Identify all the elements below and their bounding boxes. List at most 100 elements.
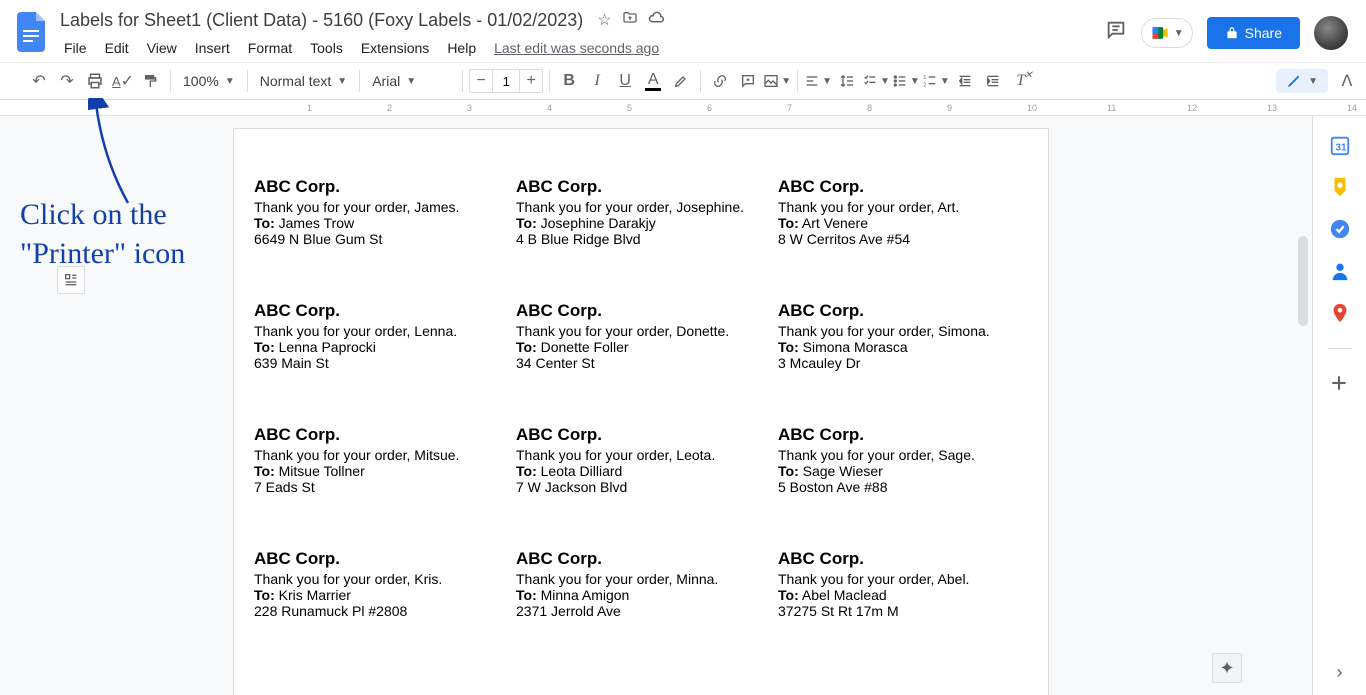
label-company: ABC Corp. (516, 177, 768, 197)
text-color-button[interactable]: A (640, 68, 666, 94)
tasks-icon[interactable] (1329, 218, 1351, 240)
line-spacing-icon (839, 73, 855, 89)
highlight-button[interactable] (668, 68, 694, 94)
docs-logo[interactable] (12, 12, 52, 52)
font-size-input[interactable] (492, 70, 520, 92)
label-to-line: To: Art Venere (778, 215, 1030, 231)
underline-button[interactable]: U (612, 68, 638, 94)
mailing-label: ABC Corp.Thank you for your order, Donet… (514, 301, 768, 371)
redo-button[interactable]: ↷ (54, 68, 80, 94)
maps-icon[interactable] (1329, 302, 1351, 324)
calendar-icon[interactable]: 31 (1329, 134, 1351, 156)
label-company: ABC Corp. (778, 549, 1030, 569)
italic-button[interactable]: I (584, 68, 610, 94)
label-thank-line: Thank you for your order, Art. (778, 199, 1030, 215)
separator (1328, 348, 1352, 349)
label-thank-line: Thank you for your order, Leota. (516, 447, 768, 463)
mailing-label: ABC Corp.Thank you for your order, Mitsu… (252, 425, 506, 495)
font-selector[interactable]: Arial▼ (366, 73, 456, 89)
scrollbar[interactable] (1298, 236, 1308, 656)
vertical-ruler[interactable] (0, 116, 23, 695)
font-size-box: − + (469, 69, 543, 93)
mailing-label: ABC Corp. Thank you for your order, Lenna… (252, 301, 506, 371)
bullet-list-icon (892, 73, 908, 89)
title-area: Labels for Sheet1 (Client Data) - 5160 (… (52, 8, 1105, 62)
meet-button[interactable]: ▼ (1141, 18, 1193, 48)
horizontal-ruler[interactable]: 123456789101112131415161718192021 (0, 100, 1366, 116)
account-avatar[interactable] (1314, 16, 1348, 50)
label-company: ABC Corp. (254, 301, 506, 321)
menu-view[interactable]: View (139, 36, 185, 60)
line-spacing-button[interactable] (834, 68, 860, 94)
undo-button[interactable]: ↶ (26, 68, 52, 94)
align-icon (804, 73, 820, 89)
menu-format[interactable]: Format (240, 36, 300, 60)
style-selector[interactable]: Normal text▼ (254, 73, 353, 89)
image-icon (763, 73, 779, 89)
share-button[interactable]: Share (1207, 17, 1300, 49)
move-icon[interactable] (622, 10, 638, 31)
indent-decrease-button[interactable] (952, 68, 978, 94)
menu-extensions[interactable]: Extensions (353, 36, 437, 60)
link-button[interactable] (707, 68, 733, 94)
contacts-icon[interactable] (1329, 260, 1351, 282)
bold-button[interactable]: B (556, 68, 582, 94)
mailing-label: ABC Corp.Thank you for your order, Simon… (776, 301, 1030, 371)
canvas[interactable]: ABC Corp.Thank you for your order, James… (23, 116, 1312, 695)
label-to-line: To: Josephine Darakjy (516, 215, 768, 231)
label-to-line: To: James Trow (254, 215, 506, 231)
last-edit-link[interactable]: Last edit was seconds ago (494, 40, 659, 56)
label-to-line: To: Lenna Paprocki (254, 339, 506, 355)
font-size-increase[interactable]: + (520, 72, 542, 90)
scroll-thumb[interactable] (1298, 236, 1308, 326)
clear-format-button[interactable]: T✕ (1008, 68, 1034, 94)
separator (549, 70, 550, 92)
link-icon (712, 73, 728, 89)
paint-format-button[interactable] (138, 68, 164, 94)
menu-edit[interactable]: Edit (97, 36, 137, 60)
menu-help[interactable]: Help (439, 36, 484, 60)
star-icon[interactable]: ☆ (597, 10, 611, 30)
cloud-status-icon[interactable] (648, 11, 666, 30)
label-address: 37275 St Rt 17m M (778, 603, 1030, 619)
add-ons-icon[interactable] (1329, 373, 1351, 395)
outline-button[interactable] (57, 266, 85, 294)
separator (170, 70, 171, 92)
lock-icon (1225, 26, 1239, 40)
comment-icon (740, 73, 756, 89)
comments-icon[interactable] (1105, 19, 1127, 47)
bullet-list-button[interactable]: ▼ (892, 68, 920, 94)
label-address: 6649 N Blue Gum St (254, 231, 506, 247)
comment-button[interactable] (735, 68, 761, 94)
svg-text:2: 2 (923, 82, 926, 88)
align-button[interactable]: ▼ (804, 68, 832, 94)
hide-menus-button[interactable]: ᐱ (1334, 68, 1360, 94)
document-page[interactable]: ABC Corp.Thank you for your order, James… (233, 128, 1049, 695)
menu-file[interactable]: File (56, 36, 95, 60)
share-label: Share (1245, 25, 1282, 41)
menu-tools[interactable]: Tools (302, 36, 351, 60)
font-size-decrease[interactable]: − (470, 72, 492, 90)
mailing-label: ABC Corp.Thank you for your order, James… (252, 177, 506, 247)
menu-insert[interactable]: Insert (187, 36, 238, 60)
label-thank-line: Thank you for your order, Simona. (778, 323, 1030, 339)
label-thank-line: Thank you for your order, Kris. (254, 571, 506, 587)
label-to-line: To: Minna Amigon (516, 587, 768, 603)
label-address: 5 Boston Ave #88 (778, 479, 1030, 495)
explore-button[interactable]: ✦ (1212, 653, 1242, 683)
numbered-list-button[interactable]: 12▼ (922, 68, 950, 94)
collapse-panel-button[interactable]: › (1337, 662, 1343, 683)
editing-mode-button[interactable]: ▼ (1276, 69, 1328, 93)
spellcheck-button[interactable]: A✓ (110, 68, 136, 94)
doc-title[interactable]: Labels for Sheet1 (Client Data) - 5160 (… (56, 8, 587, 33)
indent-increase-button[interactable] (980, 68, 1006, 94)
label-thank-line: Thank you for your order, Lenna. (254, 323, 506, 339)
checklist-button[interactable]: ▼ (862, 68, 890, 94)
label-to-line: To: Donette Foller (516, 339, 768, 355)
print-button[interactable] (82, 68, 108, 94)
image-button[interactable]: ▼ (763, 68, 791, 94)
keep-icon[interactable] (1329, 176, 1351, 198)
outline-icon (63, 272, 79, 288)
label-thank-line: Thank you for your order, Donette. (516, 323, 768, 339)
zoom-selector[interactable]: 100%▼ (177, 73, 241, 89)
